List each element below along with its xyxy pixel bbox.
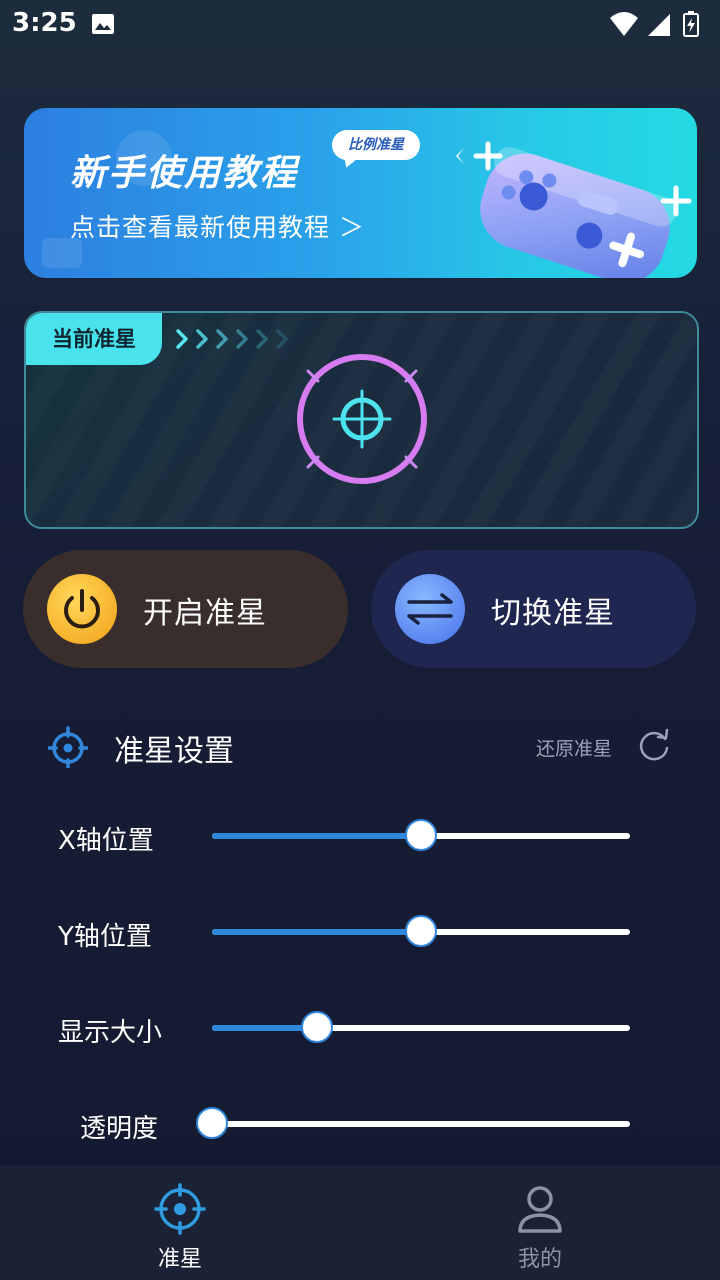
slider-label: Y轴位置: [58, 922, 152, 952]
slider-thumb[interactable]: [196, 1107, 228, 1139]
gamepad-illustration: [456, 141, 692, 278]
switch-crosshair-button[interactable]: 切换准星: [371, 550, 696, 668]
crosshair-settings-header: 准星设置 还原准星: [0, 720, 720, 770]
slider-track[interactable]: [212, 915, 630, 947]
nav-item-mine[interactable]: 我的: [360, 1165, 720, 1280]
status-bar: 3:25: [0, 0, 720, 50]
nav-label-mine: 我的: [517, 1247, 562, 1272]
slider-thumb[interactable]: [405, 915, 437, 947]
current-crosshair-label: 当前准星: [26, 313, 162, 365]
nav-label-crosshair: 准星: [157, 1247, 202, 1272]
slider-thumb[interactable]: [405, 819, 437, 851]
refresh-icon[interactable]: [636, 726, 672, 762]
slider-track[interactable]: [196, 1107, 630, 1139]
slider-label: 显示大小: [58, 1018, 163, 1048]
slider-track[interactable]: [212, 819, 630, 851]
switch-crosshair-label: 切换准星: [491, 596, 615, 631]
slider-thumb[interactable]: [300, 1011, 333, 1043]
slider-y-position: Y轴位置: [0, 902, 720, 962]
banner-decoration: [42, 130, 172, 268]
banner-title: 新手使用教程: [70, 153, 299, 194]
slider-label: X轴位置: [58, 826, 154, 856]
crosshair-icon: [154, 1183, 206, 1235]
slider-track[interactable]: [212, 1011, 630, 1043]
person-icon: [518, 1186, 562, 1233]
power-icon: [47, 574, 117, 644]
crosshair-preview-icon: [297, 354, 427, 484]
status-time: 3:25: [12, 8, 77, 38]
bottom-nav: 准星 我的: [0, 1165, 720, 1280]
start-crosshair-label: 开启准星: [143, 596, 267, 631]
slider-opacity: 透明度: [0, 1094, 720, 1154]
current-crosshair-card: 当前准星: [24, 311, 699, 529]
reset-crosshair-button[interactable]: 还原准星: [536, 734, 612, 761]
start-crosshair-button[interactable]: 开启准星: [23, 550, 348, 668]
image-icon: [91, 12, 115, 40]
slider-fill: [212, 929, 421, 935]
chevron-arrows-icon: [176, 329, 288, 349]
slider-fill: [212, 833, 421, 839]
slider-x-position: X轴位置: [0, 806, 720, 866]
signal-icon: [648, 14, 670, 36]
banner-tag: 比例准星: [332, 130, 420, 160]
crosshair-settings-icon: [48, 726, 88, 768]
battery-charging-icon: [683, 11, 699, 37]
slider-label: 透明度: [80, 1114, 159, 1144]
banner-subtitle: 点击查看最新使用教程 ＞: [70, 213, 365, 242]
nav-item-crosshair[interactable]: 准星: [0, 1165, 360, 1280]
slider-display-size: 显示大小: [0, 998, 720, 1058]
settings-title: 准星设置: [114, 734, 234, 769]
swap-arrows-icon: [395, 574, 465, 644]
wifi-icon: [610, 12, 638, 36]
tutorial-banner[interactable]: 新手使用教程 比例准星 点击查看最新使用教程 ＞: [24, 108, 697, 278]
status-icons: [608, 10, 708, 42]
